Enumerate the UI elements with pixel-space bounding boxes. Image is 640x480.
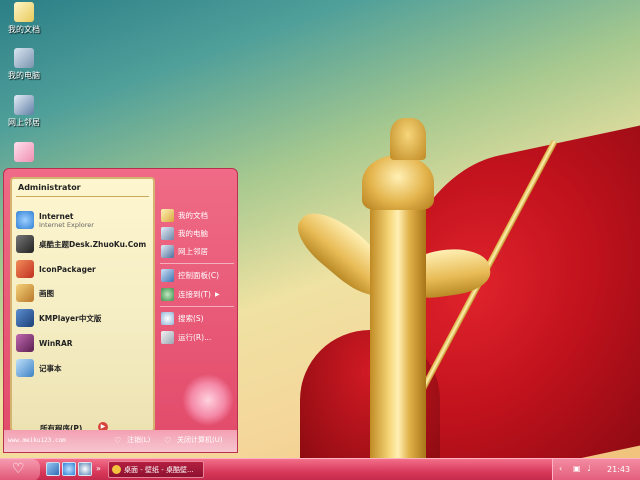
- desktop-icon-label: 我的电脑: [8, 71, 40, 80]
- start-item-my-documents[interactable]: 我的文档: [161, 207, 235, 223]
- notepad-icon: [16, 359, 34, 377]
- start-item-label: 控制面板(C): [178, 270, 220, 280]
- site-url: www.meiku123.com: [8, 437, 66, 444]
- program-name: KMPlayer中文版: [39, 313, 102, 323]
- desktop-icon-my-documents[interactable]: 我的文档: [2, 2, 46, 35]
- huabiao-pillar: [370, 205, 426, 462]
- start-item-label: 搜索(S): [178, 313, 204, 323]
- desktop-icon-label: 我的文档: [8, 25, 40, 34]
- program-notepad[interactable]: 记事本: [16, 357, 150, 379]
- search-icon: [161, 311, 174, 325]
- program-winrar[interactable]: WinRAR: [16, 332, 150, 354]
- show-desktop-icon[interactable]: [46, 462, 60, 476]
- start-item-label: 我的文档: [178, 210, 208, 220]
- heart-start-icon: ♡: [12, 461, 25, 477]
- program-name: 画图: [39, 288, 54, 298]
- program-name: 记事本: [39, 363, 62, 373]
- user-name: Administrator: [18, 183, 81, 192]
- tray-arrow-icon[interactable]: ‹: [559, 464, 562, 473]
- logoff-button[interactable]: ♡ 注销(L): [114, 435, 150, 445]
- heart-icon: ♡: [164, 436, 172, 445]
- desktop-icon-label: 网上邻居: [8, 118, 40, 127]
- program-kmplayer[interactable]: KMPlayer中文版: [16, 307, 150, 329]
- volume-icon[interactable]: ♩: [587, 464, 591, 473]
- logoff-label: 注销(L): [127, 436, 151, 444]
- submenu-arrow-icon: ▶: [214, 290, 220, 298]
- divider: [160, 263, 234, 264]
- zhuoku-theme-icon: [16, 235, 34, 253]
- divider: [160, 306, 234, 307]
- control-panel-icon: [161, 268, 174, 282]
- start-menu-programs-panel: Administrator Internet Internet Explorer…: [10, 177, 155, 433]
- system-tray: ‹ ▣ ♩ 21:43: [552, 459, 640, 480]
- pillar-cap: [362, 155, 434, 210]
- start-button[interactable]: ♡: [0, 459, 40, 480]
- shutdown-label: 关闭计算机(U): [177, 436, 223, 444]
- my-computer-icon: [161, 226, 174, 240]
- computer-icon: [14, 48, 34, 68]
- network-places-icon: [161, 244, 174, 258]
- start-menu-footer: www.meiku123.com ♡ 注销(L) ♡ 关闭计算机(U): [4, 430, 237, 452]
- taskbar-window-button[interactable]: 桌面 - 壁纸 - 桌酷壁...: [108, 461, 204, 478]
- pillar-top-statue: [390, 118, 426, 160]
- program-iconpackager[interactable]: IconPackager: [16, 258, 150, 280]
- internet-explorer-icon: [16, 211, 34, 229]
- network-tray-icon[interactable]: ▣: [573, 464, 581, 473]
- shutdown-button[interactable]: ♡ 关闭计算机(U): [164, 435, 223, 445]
- program-name: WinRAR: [39, 338, 73, 348]
- start-item-search[interactable]: 搜索(S): [161, 310, 235, 326]
- connect-to-icon: [161, 287, 174, 301]
- start-item-label: 我的电脑: [178, 228, 208, 238]
- flower-decoration: [182, 374, 234, 426]
- desktop-icon-network-places[interactable]: 网上邻居: [2, 95, 46, 128]
- start-item-label: 连接到(T): [178, 289, 211, 299]
- winrar-icon: [16, 334, 34, 352]
- heart-icon: ♡: [114, 436, 122, 445]
- divider: [16, 196, 149, 197]
- start-item-connect-to[interactable]: 连接到(T) ▶: [161, 286, 235, 302]
- desktop-icon-my-computer[interactable]: 我的电脑: [2, 48, 46, 81]
- recycle-bin-icon: [14, 142, 34, 162]
- program-subtitle: Internet Explorer: [39, 220, 94, 229]
- start-item-my-computer[interactable]: 我的电脑: [161, 225, 235, 241]
- program-name: 桌酷主题Desk.ZhuoKu.Com: [39, 239, 147, 249]
- start-item-label: 运行(R)...: [178, 332, 212, 342]
- start-item-control-panel[interactable]: 控制面板(C): [161, 267, 235, 283]
- program-name: IconPackager: [39, 264, 96, 274]
- start-menu: Administrator Internet Internet Explorer…: [3, 168, 238, 453]
- iconpackager-icon: [16, 260, 34, 278]
- media-player-icon[interactable]: [78, 462, 92, 476]
- network-icon: [14, 95, 34, 115]
- taskbar: ♡ » 桌面 - 壁纸 - 桌酷壁... ‹ ▣ ♩ 21:43: [0, 458, 640, 480]
- window-app-icon: [112, 465, 121, 474]
- quick-launch-chevron-icon[interactable]: »: [96, 464, 101, 473]
- internet-explorer-icon[interactable]: [62, 462, 76, 476]
- program-zhuoku-theme[interactable]: 桌酷主题Desk.ZhuoKu.Com: [16, 233, 150, 255]
- folder-icon: [14, 2, 34, 22]
- start-item-network-places[interactable]: 网上邻居: [161, 243, 235, 259]
- paint-icon: [16, 284, 34, 302]
- program-paint[interactable]: 画图: [16, 282, 150, 304]
- taskbar-window-label: 桌面 - 壁纸 - 桌酷壁...: [124, 465, 194, 474]
- my-documents-icon: [161, 208, 174, 222]
- program-name: Internet: [39, 211, 74, 221]
- kmplayer-icon: [16, 309, 34, 327]
- start-item-label: 网上邻居: [178, 246, 208, 256]
- run-icon: [161, 330, 174, 344]
- desktop-icon-recycle-bin[interactable]: [2, 142, 46, 164]
- clock[interactable]: 21:43: [607, 465, 630, 474]
- program-internet-explorer[interactable]: Internet Internet Explorer: [16, 209, 150, 231]
- start-item-run[interactable]: 运行(R)...: [161, 329, 235, 345]
